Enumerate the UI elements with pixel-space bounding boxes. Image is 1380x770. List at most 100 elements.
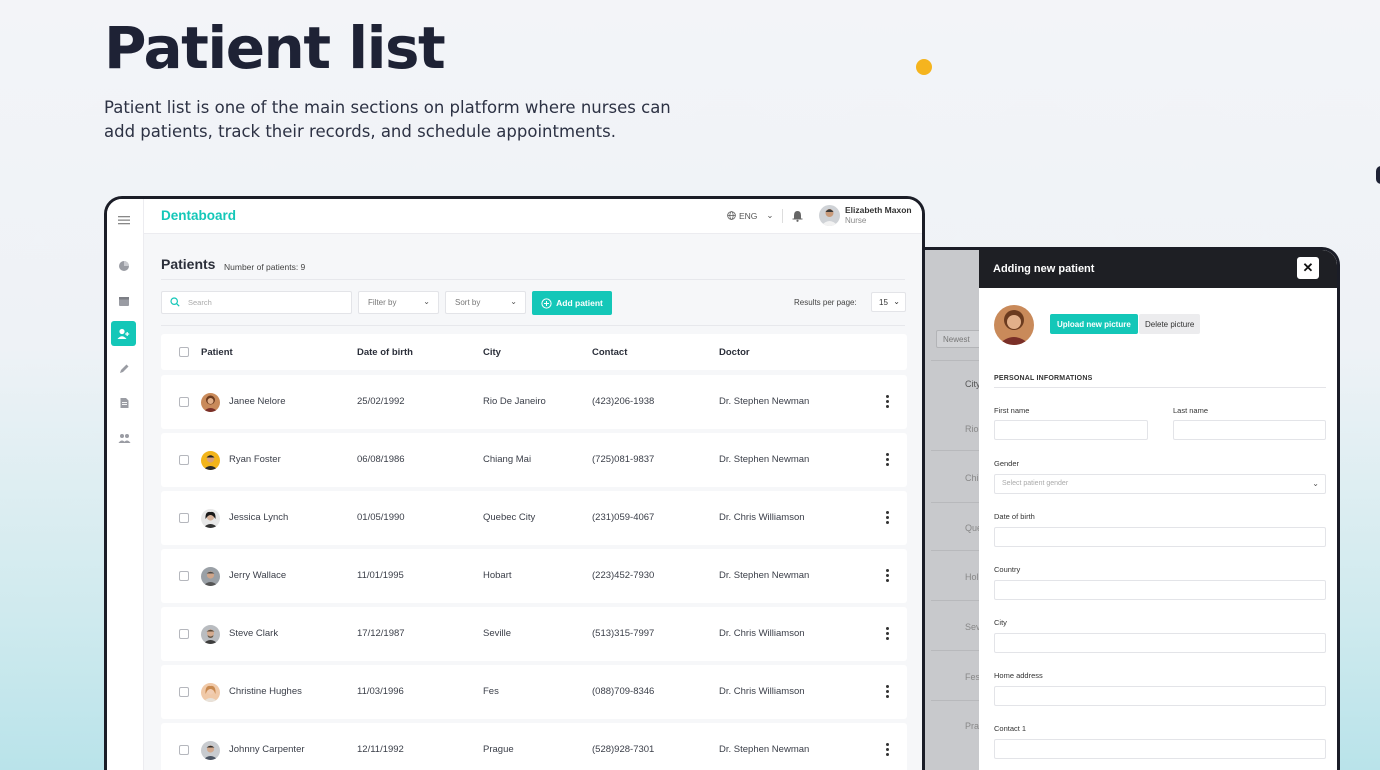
- row-checkbox[interactable]: [179, 571, 189, 581]
- contact-input[interactable]: [994, 739, 1326, 759]
- patient-city: Rio De Janeiro: [483, 396, 546, 407]
- divider: [782, 209, 783, 223]
- column-header-contact[interactable]: Contact: [592, 347, 627, 358]
- patients-icon[interactable]: [111, 321, 136, 346]
- table-row[interactable]: Ryan Foster 06/08/1986 Chiang Mai (725)0…: [161, 433, 907, 487]
- dimmed-divider: [931, 700, 981, 701]
- column-header-city[interactable]: City: [483, 347, 501, 358]
- patient-name[interactable]: Ryan Foster: [229, 454, 281, 465]
- table-row[interactable]: Steve Clark 17/12/1987 Seville (513)315-…: [161, 607, 907, 661]
- add-patient-button[interactable]: Add patient: [532, 291, 612, 315]
- last-name-label: Last name: [1173, 406, 1209, 415]
- patient-doctor: Dr. Chris Williamson: [719, 628, 805, 639]
- decorative-dot: [916, 59, 932, 75]
- avatar: [201, 451, 220, 470]
- calendar-icon[interactable]: [117, 294, 131, 308]
- row-checkbox[interactable]: [179, 513, 189, 523]
- team-icon[interactable]: [117, 431, 131, 445]
- address-label: Home address: [994, 671, 1043, 680]
- patient-dob: 11/03/1996: [357, 686, 404, 697]
- section-divider: [994, 387, 1326, 388]
- patient-name[interactable]: Johnny Carpenter: [229, 744, 305, 755]
- row-checkbox[interactable]: [179, 745, 189, 755]
- city-label: City: [994, 618, 1007, 627]
- select-all-checkbox[interactable]: [179, 347, 189, 357]
- address-input[interactable]: [994, 686, 1326, 706]
- more-options-icon[interactable]: [885, 627, 889, 640]
- dimmed-city: Hol: [965, 572, 979, 582]
- language-label: ENG: [739, 210, 758, 221]
- patient-contact: (231)059-4067: [592, 512, 655, 523]
- language-selector[interactable]: ENG ⌄: [727, 210, 774, 221]
- dimmed-city: Rio: [965, 424, 979, 434]
- dob-label: Date of birth: [994, 512, 1035, 521]
- patient-doctor: Dr. Stephen Newman: [719, 396, 810, 407]
- main-content: Patients Number of patients: 9 Search Fi…: [144, 234, 922, 770]
- table-row[interactable]: Jessica Lynch 01/05/1990 Quebec City (23…: [161, 491, 907, 545]
- patient-name[interactable]: Steve Clark: [229, 628, 278, 639]
- delete-picture-button[interactable]: Delete picture: [1139, 314, 1201, 334]
- sidebar: [107, 199, 144, 770]
- dimmed-sort-chip: Newest: [936, 330, 982, 348]
- close-button[interactable]: ✕: [1297, 257, 1319, 279]
- table-row[interactable]: Jerry Wallace 11/01/1995 Hobart (223)452…: [161, 549, 907, 603]
- avatar: [201, 741, 220, 760]
- column-header-patient[interactable]: Patient: [201, 347, 233, 358]
- row-checkbox[interactable]: [179, 629, 189, 639]
- edit-icon[interactable]: [117, 362, 131, 376]
- avatar: [201, 509, 220, 528]
- row-checkbox[interactable]: [179, 455, 189, 465]
- patient-name[interactable]: Jerry Wallace: [229, 570, 286, 581]
- filter-dropdown[interactable]: Filter by ⌄: [358, 291, 439, 314]
- plus-circle-icon: [541, 297, 552, 309]
- search-input[interactable]: Search: [161, 291, 352, 314]
- patient-contact: (423)206-1938: [592, 396, 655, 407]
- more-options-icon[interactable]: [885, 569, 889, 582]
- country-input[interactable]: [994, 580, 1326, 600]
- upload-picture-button[interactable]: Upload new picture: [1050, 314, 1138, 334]
- patient-city: Fes: [483, 686, 499, 697]
- last-name-input[interactable]: [1173, 420, 1326, 440]
- dashboard-icon[interactable]: [117, 259, 131, 273]
- chevron-down-icon: ⌄: [1312, 479, 1319, 488]
- menu-icon[interactable]: [117, 213, 131, 227]
- patient-name[interactable]: Jessica Lynch: [229, 512, 288, 523]
- more-options-icon[interactable]: [885, 743, 889, 756]
- user-name: Elizabeth Maxon: [845, 205, 912, 215]
- dimmed-divider: [931, 502, 981, 503]
- more-options-icon[interactable]: [885, 685, 889, 698]
- results-per-page-value: 15: [879, 298, 888, 307]
- dimmed-divider: [931, 360, 981, 361]
- contact-label: Contact 1: [994, 724, 1027, 733]
- row-checkbox[interactable]: [179, 397, 189, 407]
- country-label: Country: [994, 565, 1021, 574]
- dob-input[interactable]: [994, 527, 1326, 547]
- row-checkbox[interactable]: [179, 687, 189, 697]
- city-input[interactable]: [994, 633, 1326, 653]
- table-row[interactable]: Johnny Carpenter 12/11/1992 Prague (528)…: [161, 723, 907, 770]
- section-heading: PERSONAL INFORMATIONS: [994, 375, 1093, 382]
- filter-label: Filter by: [368, 298, 397, 307]
- table-row[interactable]: Janee Nelore 25/02/1992 Rio De Janeiro (…: [161, 375, 907, 429]
- patient-name[interactable]: Christine Hughes: [229, 686, 302, 697]
- sort-dropdown[interactable]: Sort by ⌄: [445, 291, 526, 314]
- document-icon[interactable]: [117, 396, 131, 410]
- patient-name[interactable]: Janee Nelore: [229, 396, 286, 407]
- avatar: [201, 567, 220, 586]
- results-per-page-select[interactable]: 15 ⌄: [871, 292, 906, 312]
- avatar[interactable]: [819, 205, 840, 226]
- table-row[interactable]: Christine Hughes 11/03/1996 Fes (088)709…: [161, 665, 907, 719]
- more-options-icon[interactable]: [885, 511, 889, 524]
- more-options-icon[interactable]: [885, 395, 889, 408]
- sort-label: Sort by: [455, 298, 481, 307]
- more-options-icon[interactable]: [885, 453, 889, 466]
- gender-select[interactable]: Select patient gender ⌄: [994, 474, 1326, 494]
- column-header-doctor[interactable]: Doctor: [719, 347, 750, 358]
- patient-dob: 11/01/1995: [357, 570, 404, 581]
- column-header-dob[interactable]: Date of birth: [357, 347, 413, 358]
- bell-icon[interactable]: [792, 209, 803, 227]
- patient-contact: (528)928-7301: [592, 744, 655, 755]
- first-name-input[interactable]: [994, 420, 1148, 440]
- brand-logo[interactable]: Dentaboard: [161, 208, 236, 223]
- divider: [161, 325, 905, 326]
